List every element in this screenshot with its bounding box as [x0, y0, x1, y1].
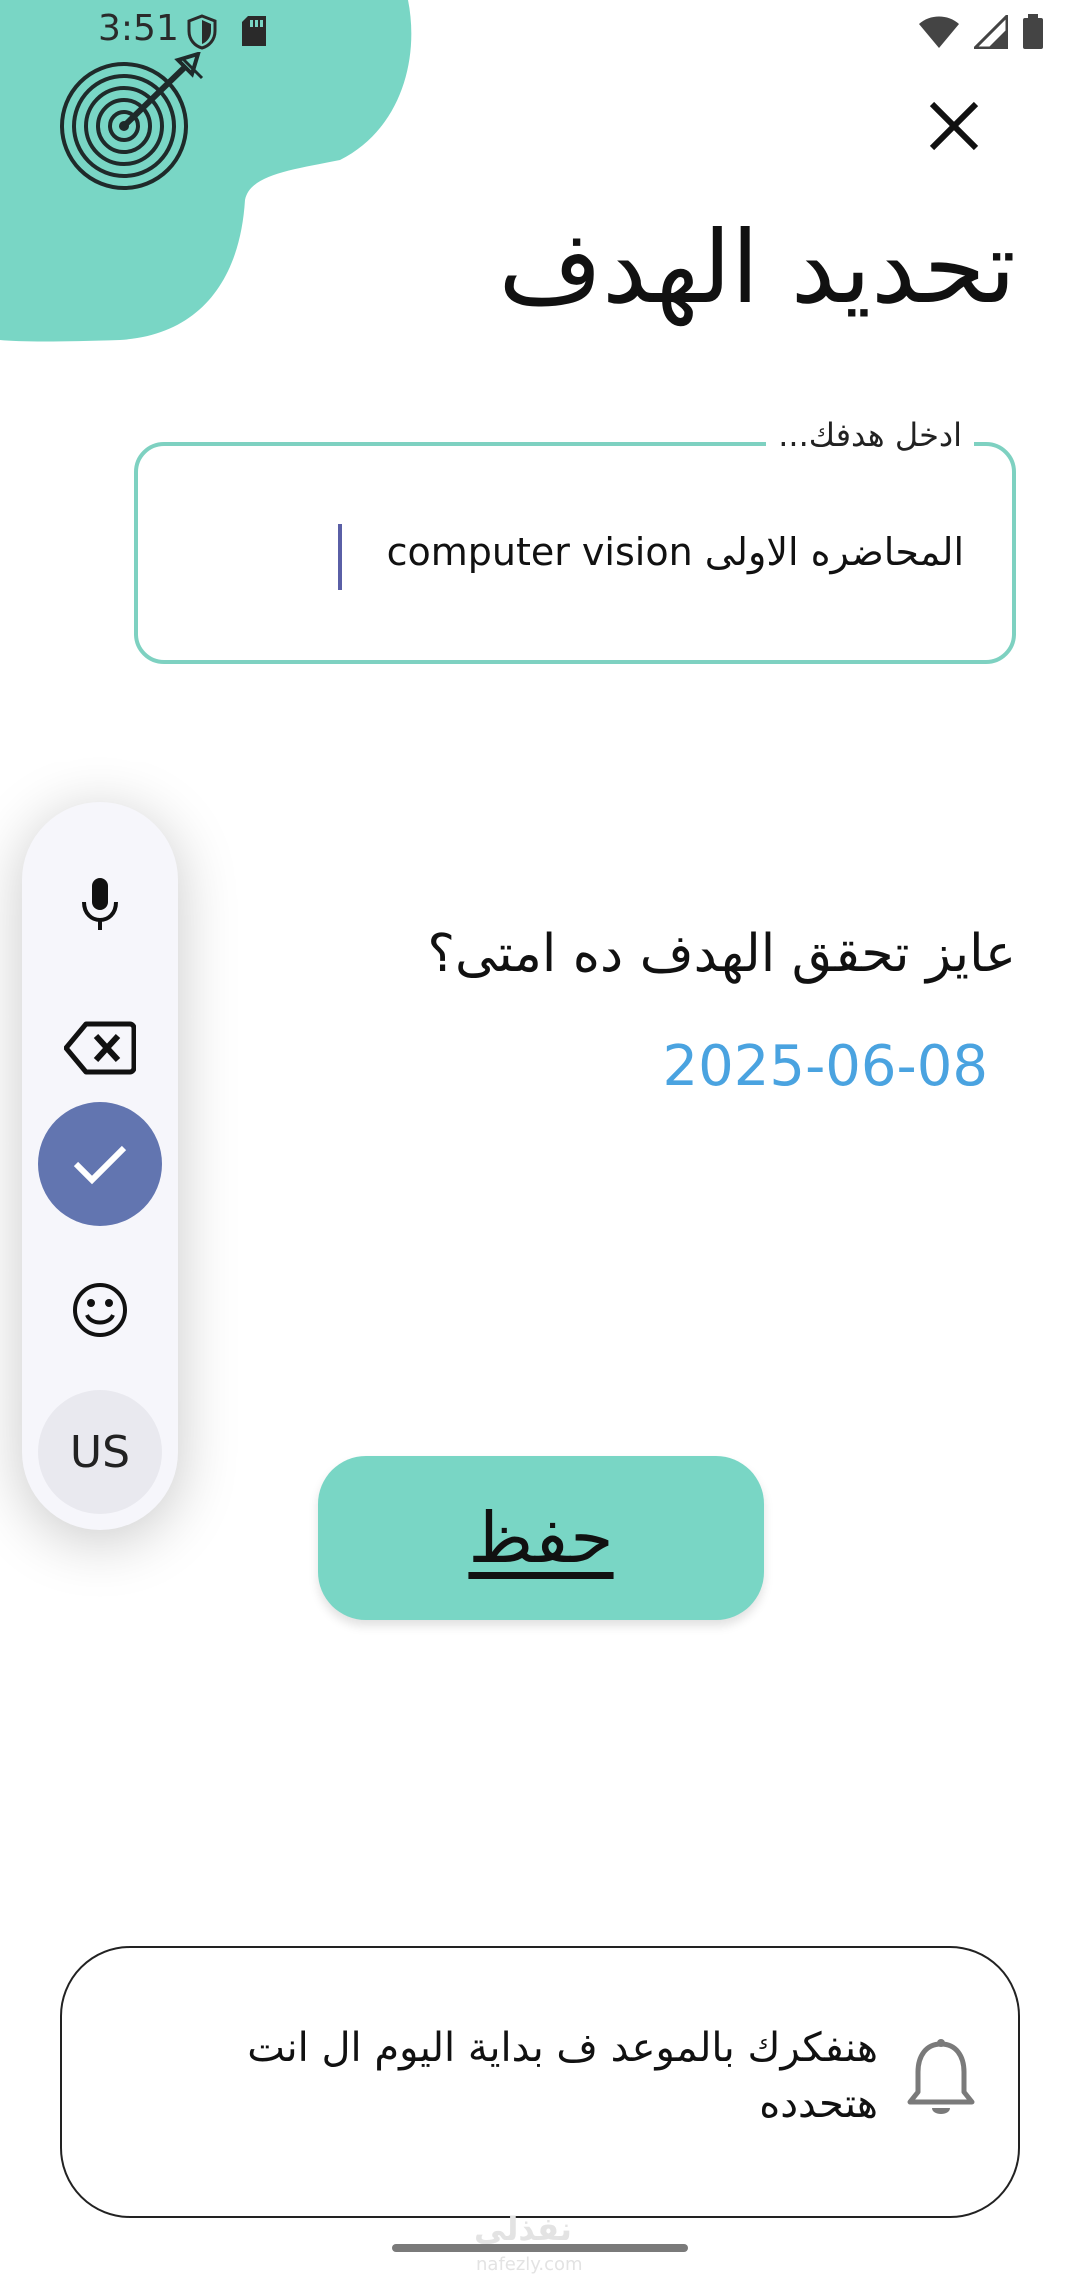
- emoji-icon: [73, 1283, 127, 1337]
- target-icon: [60, 52, 204, 190]
- close-icon: [929, 101, 979, 151]
- emoji-button[interactable]: [38, 1248, 162, 1372]
- deadline-question: عايز تحقق الهدف ده امتى؟: [427, 924, 1016, 984]
- deadline-date-picker[interactable]: 2025-06-08: [663, 1034, 988, 1099]
- backspace-button[interactable]: [38, 986, 162, 1110]
- goal-input-field[interactable]: ادخل هدفك... المحاضره الاولى computer vi…: [134, 416, 1016, 664]
- sd-card-icon: [242, 16, 266, 46]
- goal-input-label: ادخل هدفك...: [766, 416, 974, 454]
- reminder-text: هنفكرك بالموعد ف بداية اليوم ال انت هتحد…: [247, 2025, 878, 2127]
- watermark-logo: نفذلي: [474, 2210, 572, 2248]
- watermark-url: nafezly.com: [476, 2254, 583, 2275]
- save-button[interactable]: حفظ: [318, 1456, 764, 1620]
- reminder-card: هنفكرك بالموعد ف بداية اليوم ال انت هتحد…: [60, 1946, 1020, 2218]
- check-icon: [73, 1145, 127, 1185]
- signal-icon: [974, 15, 1008, 49]
- battery-icon: [1023, 14, 1043, 49]
- goal-input-value[interactable]: المحاضره الاولى computer vision: [387, 530, 964, 574]
- language-switch-button[interactable]: US: [38, 1390, 162, 1514]
- close-button[interactable]: [924, 96, 984, 156]
- keyboard-floating-toolbar: US: [22, 802, 178, 1530]
- shield-icon: [187, 14, 217, 50]
- backspace-icon: [64, 1021, 136, 1075]
- status-time: 3:51: [98, 8, 179, 49]
- bell-icon: [907, 2039, 975, 2114]
- mic-icon: [82, 878, 118, 930]
- text-cursor: [338, 524, 342, 590]
- page-title: تحديد الهدف: [498, 209, 1016, 326]
- wifi-icon: [919, 16, 959, 48]
- keyboard-done-button[interactable]: [38, 1102, 162, 1226]
- voice-input-button[interactable]: [38, 842, 162, 966]
- gesture-navigation-bar[interactable]: [392, 2244, 688, 2252]
